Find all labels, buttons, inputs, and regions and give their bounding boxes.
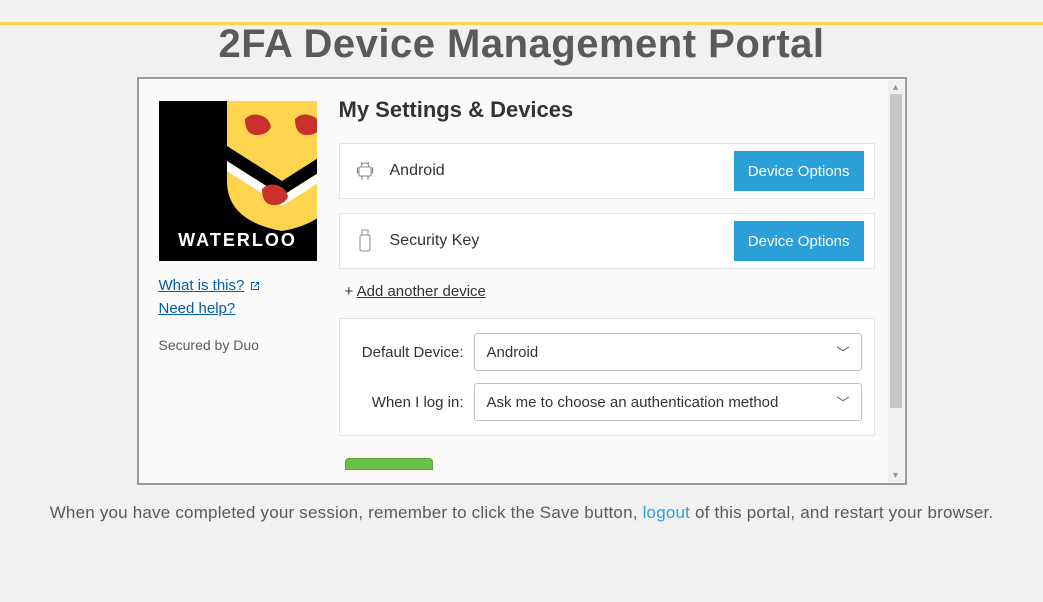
link-label: What is this?	[159, 277, 245, 294]
section-heading: My Settings & Devices	[339, 97, 875, 123]
device-row-security-key: Security Key Device Options	[339, 213, 875, 269]
scrollbar[interactable]: ▲ ▼	[888, 80, 904, 482]
footer-post: of this portal, and restart your browser…	[690, 503, 993, 522]
add-device-row: + Add another device	[345, 283, 875, 300]
device-label: Security Key	[390, 232, 734, 250]
default-device-select[interactable]: Android ﹀	[474, 333, 862, 371]
org-logo: WATERLOO	[159, 101, 317, 261]
select-value: Ask me to choose an authentication metho…	[474, 383, 862, 421]
settings-panel: Default Device: Android ﹀ When I log in:…	[339, 318, 875, 436]
save-button[interactable]	[345, 458, 433, 470]
waterloo-shield-icon	[217, 101, 317, 231]
default-device-row: Default Device: Android ﹀	[352, 333, 862, 371]
footer-pre: When you have completed your session, re…	[50, 503, 643, 522]
plus-icon: +	[345, 283, 354, 300]
device-row-android: Android Device Options	[339, 143, 875, 199]
logout-link[interactable]: logout	[643, 503, 691, 522]
sidebar: WATERLOO What is this? Need help? Secure…	[139, 79, 339, 483]
select-value: Android	[474, 333, 862, 371]
secured-by-text: Secured by Duo	[159, 337, 259, 353]
android-icon	[354, 159, 376, 183]
scroll-down-arrow-icon[interactable]: ▼	[888, 468, 904, 482]
when-login-row: When I log in: Ask me to choose an authe…	[352, 383, 862, 421]
scroll-up-arrow-icon[interactable]: ▲	[888, 80, 904, 94]
default-device-label: Default Device:	[352, 344, 464, 361]
usb-key-icon	[354, 229, 376, 253]
when-login-label: When I log in:	[352, 394, 464, 411]
when-login-select[interactable]: Ask me to choose an authentication metho…	[474, 383, 862, 421]
add-another-device-link[interactable]: Add another device	[357, 283, 486, 300]
device-label: Android	[390, 162, 734, 180]
footer-instructions: When you have completed your session, re…	[0, 503, 1043, 523]
scroll-thumb[interactable]	[890, 94, 902, 408]
need-help-link[interactable]: Need help?	[159, 300, 236, 317]
what-is-this-link[interactable]: What is this?	[159, 277, 262, 294]
duo-frame: WATERLOO What is this? Need help? Secure…	[137, 77, 907, 485]
external-link-icon	[249, 280, 261, 292]
main-panel: My Settings & Devices Android Device Opt…	[339, 79, 905, 483]
device-options-button[interactable]: Device Options	[734, 221, 864, 261]
page-title: 2FA Device Management Portal	[0, 22, 1043, 67]
accent-bar	[0, 22, 1043, 25]
logo-text: WATERLOO	[159, 230, 317, 251]
device-options-button[interactable]: Device Options	[734, 151, 864, 191]
